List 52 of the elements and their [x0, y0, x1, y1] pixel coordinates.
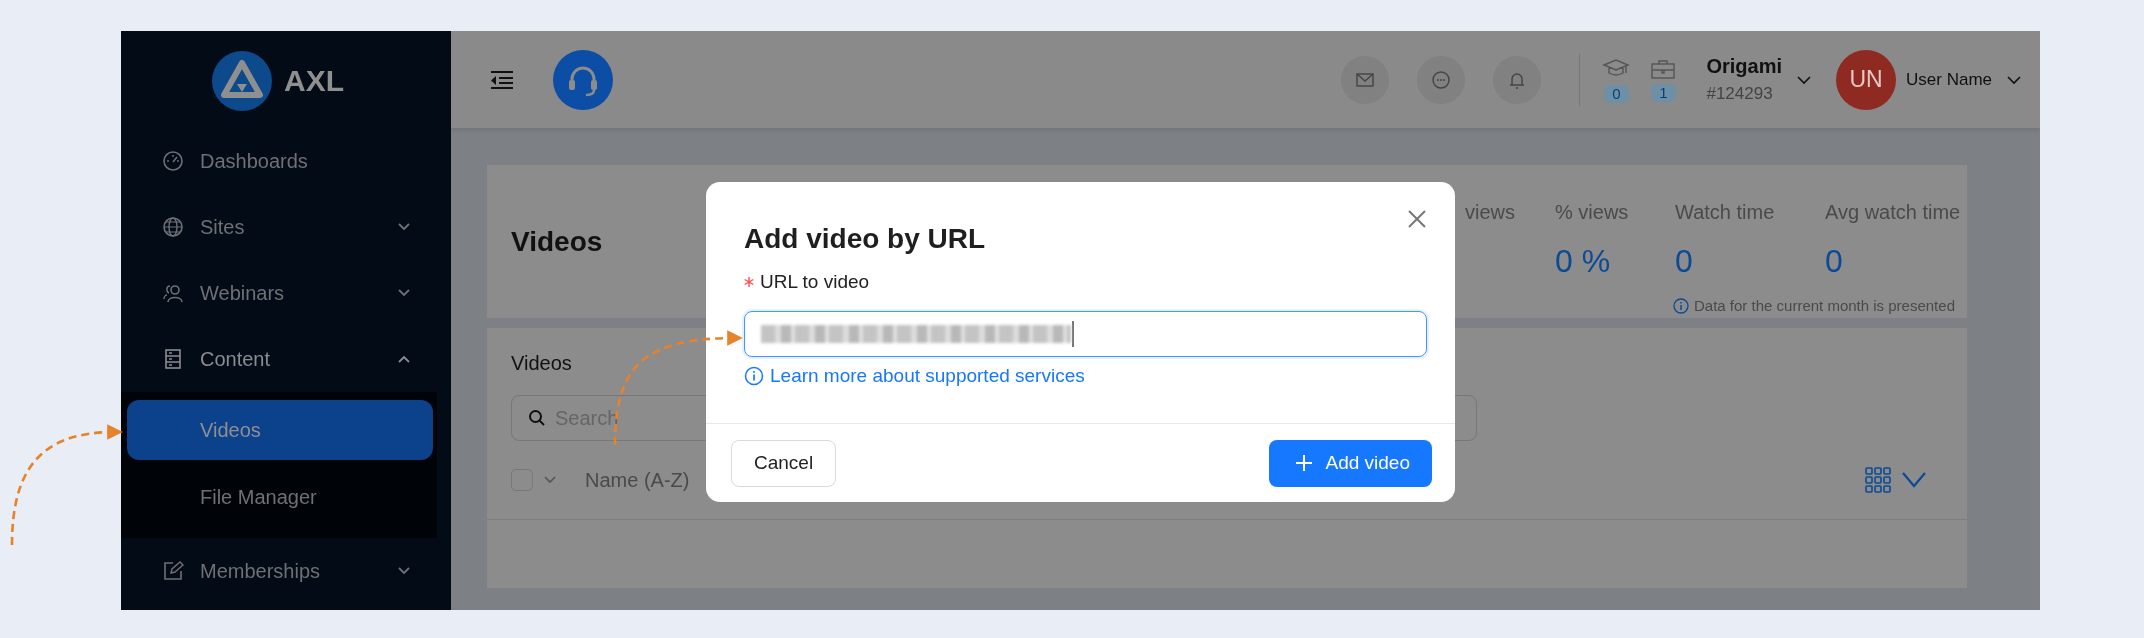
headset-icon[interactable]: [553, 49, 613, 110]
page-title: Videos: [511, 225, 603, 258]
sidebar-subitem[interactable]: Videos: [127, 400, 433, 460]
chat-icon[interactable]: [1417, 55, 1466, 104]
account-name[interactable]: Origami: [1706, 55, 1783, 78]
metric-label: Watch time: [1675, 201, 1776, 225]
sort-dropdown[interactable]: Name (A-Z): [585, 468, 690, 492]
sidebar-item[interactable]: Sites: [121, 194, 451, 260]
metric-label: views: [1465, 201, 1516, 225]
chevron-down-icon[interactable]: [1901, 471, 1927, 489]
metric-label: Avg watch time: [1825, 201, 1962, 225]
search-icon: [528, 409, 546, 427]
chevron-down-icon[interactable]: [2006, 74, 2022, 85]
sidebar-item[interactable]: Dashboards: [121, 128, 451, 194]
count-badge: 0: [1604, 84, 1629, 103]
metric-label: % views: [1555, 201, 1630, 225]
url-input-field[interactable]: [744, 311, 1427, 357]
metric-value: 0: [1825, 243, 1844, 282]
metric-value: 0 %: [1555, 243, 1612, 282]
cancel-button[interactable]: Cancel: [731, 439, 837, 487]
menu-fold-icon[interactable]: [489, 69, 515, 90]
field-label: URL to video: [760, 271, 870, 293]
info-icon: [744, 366, 764, 386]
sidebar-item[interactable]: Webinars: [121, 260, 451, 326]
user-name[interactable]: User Name: [1906, 69, 1992, 90]
account-id: #124293: [1706, 84, 1774, 104]
triangle-logo-icon: [212, 50, 272, 111]
note-text: Data for the current month is presented: [1694, 297, 1955, 315]
chevron-down-icon[interactable]: [1796, 74, 1813, 85]
count-badge: 1: [1651, 83, 1676, 102]
help-link[interactable]: Learn more about supported services: [770, 365, 1085, 387]
bell-icon[interactable]: [1493, 55, 1542, 104]
sidebar-subitem[interactable]: File Manager: [127, 467, 433, 527]
user-avatar[interactable]: UN: [1836, 49, 1897, 110]
briefcase-icon[interactable]: [1650, 57, 1677, 80]
list-icon: [162, 348, 184, 370]
sidebar-item[interactable]: Content: [121, 326, 451, 392]
mail-icon[interactable]: [1341, 55, 1390, 104]
close-icon[interactable]: [1407, 209, 1427, 229]
people-icon: [162, 282, 184, 304]
sidebar-item[interactable]: Memberships: [121, 538, 451, 604]
plus-icon: [1295, 454, 1314, 472]
section-title: Videos: [511, 352, 573, 375]
globe-icon: [162, 216, 184, 238]
info-icon: [1673, 297, 1689, 314]
gauge-icon: [162, 150, 184, 172]
metric-value: 0: [1675, 243, 1694, 282]
add-video-button[interactable]: Add video: [1269, 439, 1432, 487]
dialog-title: Add video by URL: [744, 223, 986, 255]
grid-view-icon[interactable]: [1865, 467, 1891, 493]
edit-icon: [162, 560, 184, 582]
logo-text: AXL: [284, 63, 344, 98]
